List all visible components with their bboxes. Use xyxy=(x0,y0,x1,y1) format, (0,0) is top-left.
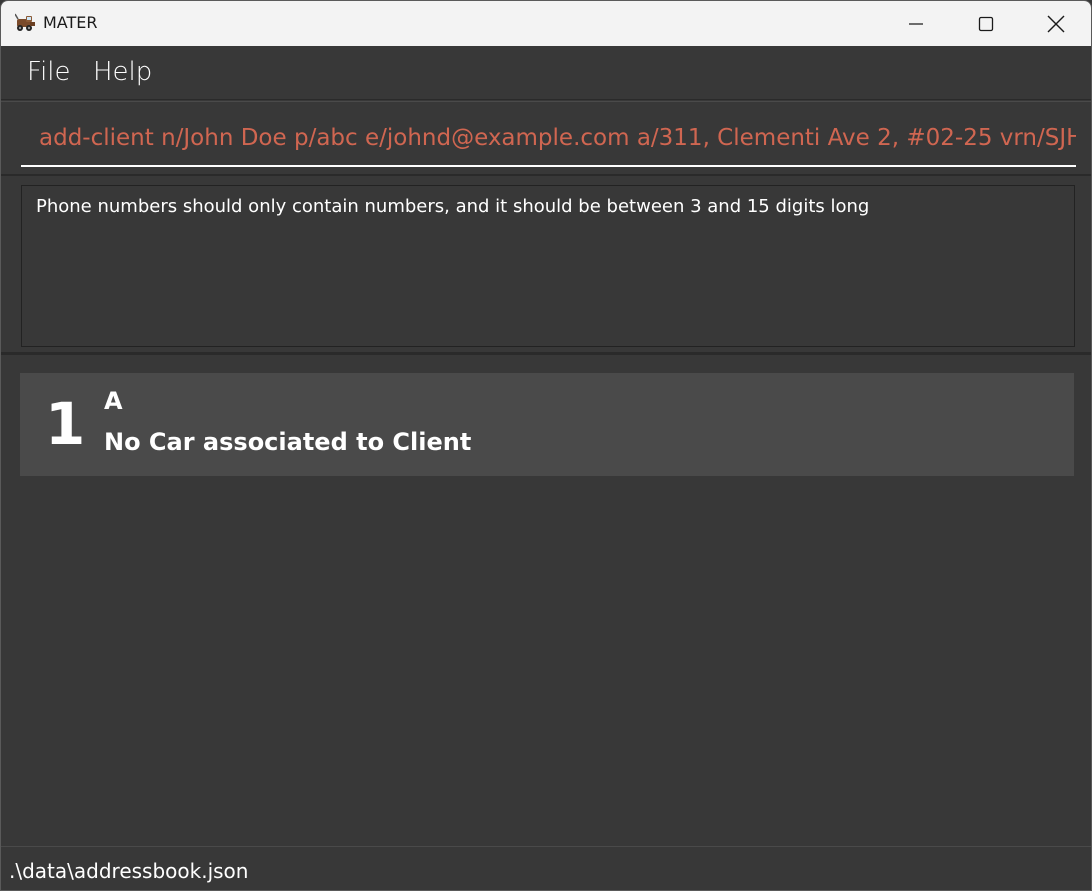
result-display[interactable]: Phone numbers should only contain number… xyxy=(21,185,1075,347)
menu-bar: File Help xyxy=(1,46,1091,100)
maximize-icon xyxy=(978,16,994,32)
close-icon xyxy=(1047,15,1065,33)
status-file-path: .\data\addressbook.json xyxy=(9,859,249,883)
command-box-panel: add-client n/John Doe p/abc e/johnd@exam… xyxy=(1,101,1091,176)
client-list-panel[interactable]: 1 A No Car associated to Client xyxy=(1,357,1091,846)
maximize-button[interactable] xyxy=(951,1,1021,46)
client-index: 1 xyxy=(45,390,86,458)
client-name: A xyxy=(104,387,123,415)
title-bar[interactable]: MATER xyxy=(1,1,1091,46)
minimize-icon xyxy=(908,16,924,32)
app-window: MATER File Help add-client n/John Doe p/… xyxy=(0,0,1092,891)
client-card[interactable]: 1 A No Car associated to Client xyxy=(20,373,1074,476)
result-message: Phone numbers should only contain number… xyxy=(36,196,870,217)
client-car-info: No Car associated to Client xyxy=(104,428,472,456)
window-title: MATER xyxy=(43,13,98,32)
command-input[interactable]: add-client n/John Doe p/abc e/johnd@exam… xyxy=(21,114,1076,167)
minimize-button[interactable] xyxy=(881,1,951,46)
result-display-panel: Phone numbers should only contain number… xyxy=(1,177,1091,355)
status-bar: .\data\addressbook.json xyxy=(1,846,1091,890)
menu-help[interactable]: Help xyxy=(93,57,152,87)
close-button[interactable] xyxy=(1021,1,1091,46)
menu-file[interactable]: File xyxy=(27,57,71,87)
tow-truck-icon xyxy=(14,13,37,33)
